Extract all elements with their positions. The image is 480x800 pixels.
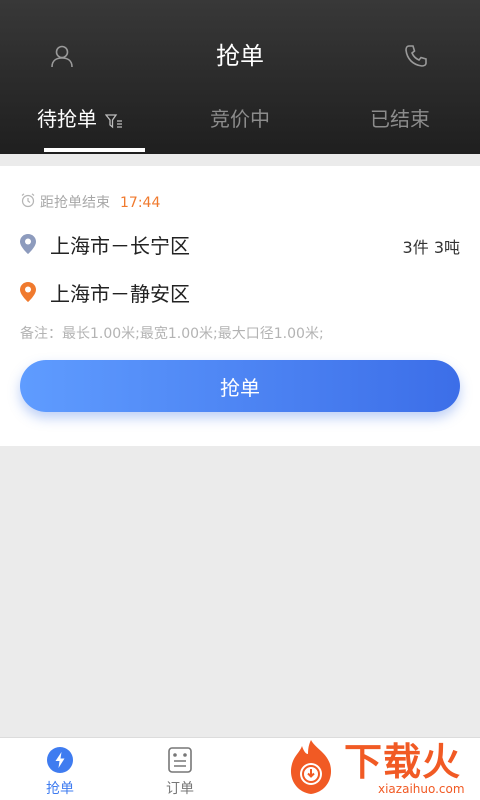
flame-logo-icon: [282, 738, 340, 800]
tab-label: 已结束: [370, 107, 430, 131]
destination-address: 上海市－静安区: [50, 282, 190, 306]
countdown-label: 距抢单结束: [40, 195, 110, 211]
countdown-time: 17:44: [120, 195, 161, 211]
tab-label: 竞价中: [210, 107, 270, 131]
quantity: 3件 3吨: [402, 238, 460, 257]
active-tab-indicator: [44, 148, 145, 152]
countdown: 距抢单结束 17:44: [20, 192, 160, 214]
lightning-icon: [46, 746, 74, 778]
tab-bar: 待抢单 竞价中 已结束: [0, 100, 480, 154]
remark-text: 备注：最长1.00米;最宽1.00米;最大口径1.00米;: [20, 326, 324, 342]
nav-label: 抢单: [46, 781, 74, 797]
order-card[interactable]: 距抢单结束 17:44 上海市－长宁区 3件 3吨 上海市－静安区 备注：最长1…: [0, 166, 480, 446]
origin-address: 上海市－长宁区: [50, 234, 190, 258]
watermark: 下载火 xiazaihuo.com: [282, 738, 480, 800]
origin-row: 上海市－长宁区 3件 3吨: [20, 232, 460, 260]
tab-pending[interactable]: 待抢单: [0, 100, 160, 154]
destination-pin-icon: [20, 282, 36, 306]
watermark-text: 下载火: [344, 740, 462, 784]
nav-orders[interactable]: 订单: [150, 746, 210, 798]
order-list-icon: [166, 746, 194, 778]
filter-icon[interactable]: [104, 110, 123, 138]
destination-row: 上海市－静安区: [20, 280, 460, 308]
watermark-subtext: xiazaihuo.com: [378, 782, 465, 796]
nav-label: 订单: [166, 781, 194, 797]
tab-label: 待抢单: [37, 107, 97, 131]
nav-grab[interactable]: 抢单: [30, 746, 90, 798]
tab-finished[interactable]: 已结束: [320, 100, 480, 154]
grab-order-button[interactable]: 抢单: [20, 360, 460, 412]
phone-icon[interactable]: [400, 40, 432, 72]
app-header: 抢单 待抢单 竞价中 已结束: [0, 0, 480, 154]
tab-bidding[interactable]: 竞价中: [160, 100, 320, 154]
origin-pin-icon: [20, 234, 36, 258]
clock-icon: [20, 192, 36, 214]
